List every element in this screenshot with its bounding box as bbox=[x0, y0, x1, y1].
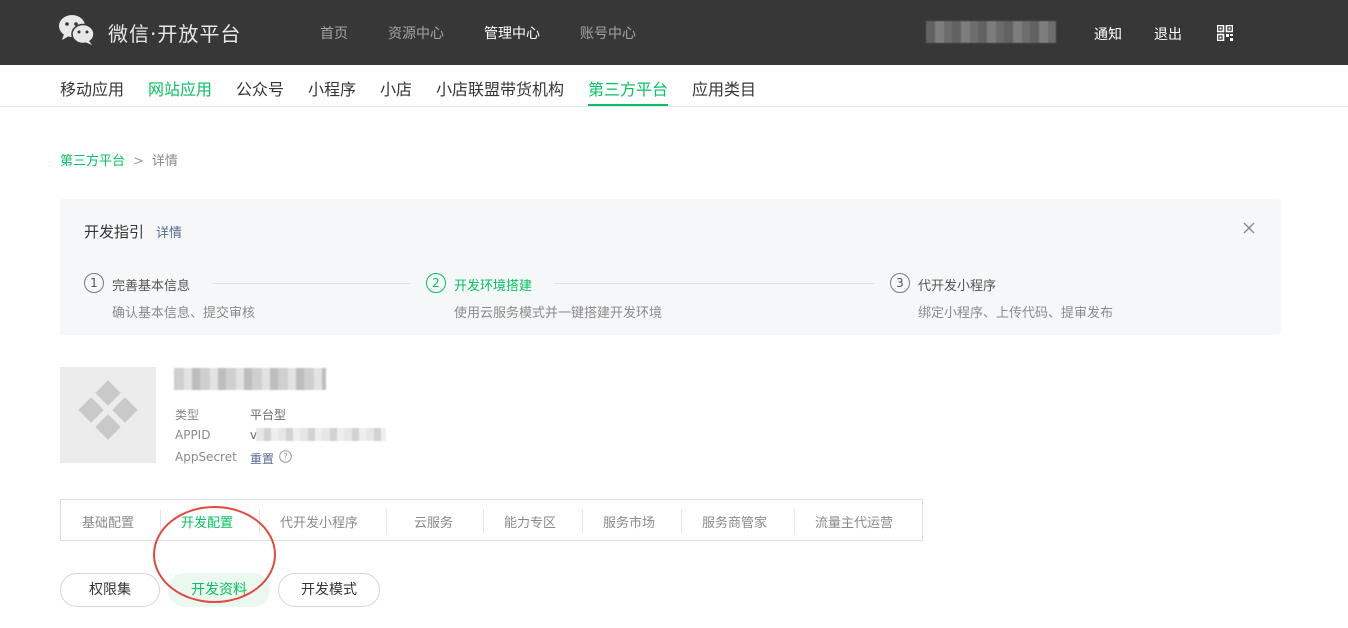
top-nav-account[interactable]: 账号中心 bbox=[580, 23, 636, 43]
top-nav-home[interactable]: 首页 bbox=[320, 23, 348, 43]
reset-secret-link[interactable]: 重置 bbox=[250, 450, 274, 467]
tab-cloud-service[interactable]: 云服务 bbox=[414, 512, 453, 531]
step-1-title: 完善基本信息 bbox=[112, 279, 191, 294]
category-nav: 移动应用 网站应用 公众号 小程序 小店 小店联盟带货机构 第三方平台 应用类目 bbox=[0, 65, 1348, 107]
account-name-redacted[interactable] bbox=[926, 21, 1056, 43]
tab-service-manager[interactable]: 服务商管家 bbox=[702, 512, 767, 531]
step-1-desc: 确认基本信息、提交审核 bbox=[112, 306, 256, 321]
breadcrumb-separator: > bbox=[133, 154, 144, 169]
tab-divider bbox=[582, 509, 583, 533]
tab-divider bbox=[386, 509, 387, 533]
step-3-number: 3 bbox=[890, 273, 910, 293]
tab-traffic-operation[interactable]: 流量主代运营 bbox=[815, 512, 893, 531]
appid-label: APPID bbox=[175, 428, 211, 442]
logo-text[interactable]: 微信·开放平台 bbox=[108, 18, 241, 47]
help-icon[interactable]: ? bbox=[279, 450, 292, 463]
notice-link[interactable]: 通知 bbox=[1094, 24, 1122, 44]
cat-shop-alliance[interactable]: 小店联盟带货机构 bbox=[436, 76, 564, 100]
tab-basic-config[interactable]: 基础配置 bbox=[82, 512, 134, 531]
type-label: 类型 bbox=[175, 408, 200, 422]
tab-service-market[interactable]: 服务市场 bbox=[603, 512, 655, 531]
appid-redacted bbox=[256, 428, 386, 441]
top-nav: 首页 资源中心 管理中心 账号中心 bbox=[320, 23, 676, 43]
close-icon[interactable] bbox=[1242, 221, 1256, 235]
cat-shop[interactable]: 小店 bbox=[380, 76, 412, 100]
breadcrumb-parent[interactable]: 第三方平台 bbox=[60, 154, 125, 169]
step-2-number: 2 bbox=[426, 273, 446, 293]
dev-mode-button[interactable]: 开发模式 bbox=[278, 573, 380, 607]
top-bar: 微信·开放平台 首页 资源中心 管理中心 账号中心 通知 退出 bbox=[0, 0, 1348, 65]
guide-title: 开发指引 bbox=[84, 223, 145, 241]
breadcrumb-current: 详情 bbox=[151, 154, 178, 169]
app-avatar bbox=[60, 367, 156, 463]
tab-divider bbox=[681, 509, 682, 533]
tab-divider bbox=[794, 509, 795, 533]
breadcrumb: 第三方平台 > 详情 bbox=[60, 150, 178, 169]
step-3-desc: 绑定小程序、上传代码、提审发布 bbox=[918, 306, 1114, 321]
step-3-title: 代开发小程序 bbox=[918, 279, 997, 294]
cat-app-category[interactable]: 应用类目 bbox=[692, 76, 756, 100]
cat-official-account[interactable]: 公众号 bbox=[236, 76, 284, 100]
step-connector bbox=[554, 283, 874, 284]
permissions-button[interactable]: 权限集 bbox=[60, 573, 160, 607]
top-nav-resources[interactable]: 资源中心 bbox=[388, 23, 444, 43]
appsecret-label: AppSecret bbox=[175, 450, 237, 464]
step-2-title: 开发环境搭建 bbox=[454, 279, 533, 294]
cat-website-app[interactable]: 网站应用 bbox=[148, 76, 212, 100]
cat-mini-program[interactable]: 小程序 bbox=[308, 76, 356, 100]
step-1-number: 1 bbox=[84, 273, 104, 293]
cat-mobile-app[interactable]: 移动应用 bbox=[60, 76, 124, 100]
step-2-desc: 使用云服务模式并一键搭建开发环境 bbox=[454, 306, 663, 321]
tab-mini-program-dev[interactable]: 代开发小程序 bbox=[280, 512, 358, 531]
cat-third-party-platform[interactable]: 第三方平台 bbox=[588, 76, 668, 100]
top-nav-management[interactable]: 管理中心 bbox=[484, 23, 540, 43]
app-name-redacted bbox=[174, 368, 326, 390]
wechat-logo-icon[interactable] bbox=[58, 14, 96, 46]
dev-guide-panel: 开发指引 详情 1 完善基本信息 确认基本信息、提交审核 2 开发环境搭建 使用… bbox=[60, 199, 1281, 335]
svg-text:?: ? bbox=[283, 453, 288, 463]
logout-link[interactable]: 退出 bbox=[1154, 24, 1182, 44]
annotation-circle bbox=[153, 506, 276, 603]
qr-code-icon[interactable] bbox=[1217, 25, 1233, 41]
type-value: 平台型 bbox=[250, 408, 287, 422]
tab-divider bbox=[483, 509, 484, 533]
active-tab-underline bbox=[588, 104, 668, 106]
guide-detail-link[interactable]: 详情 bbox=[156, 222, 182, 241]
step-connector bbox=[212, 283, 410, 284]
tab-capabilities[interactable]: 能力专区 bbox=[504, 512, 556, 531]
